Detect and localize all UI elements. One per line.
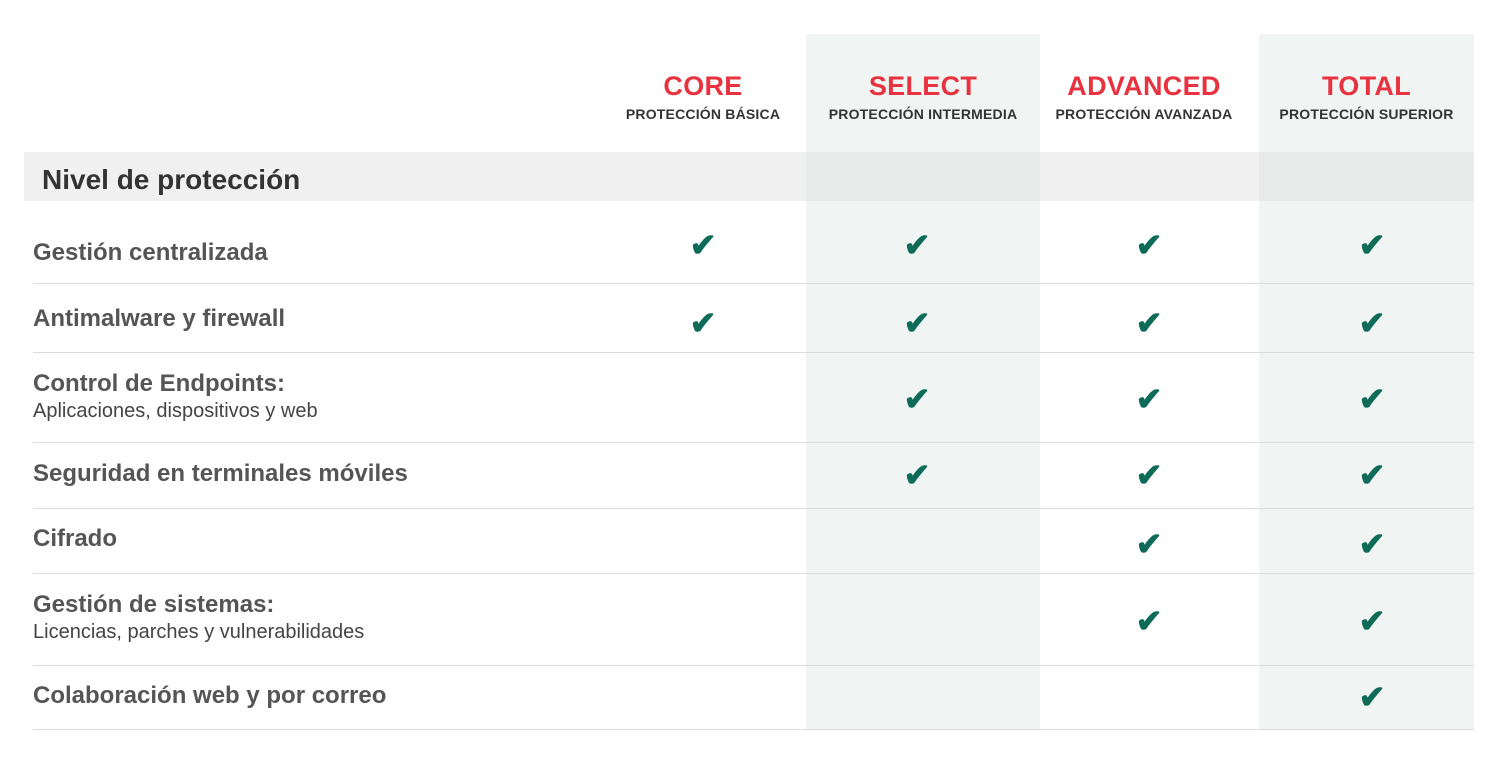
tier-name: ADVANCED (1067, 71, 1221, 101)
feature-sublabel: Aplicaciones, dispositivos y web (33, 400, 318, 422)
feature-row: Cifrado ✔ ✔ (33, 509, 1474, 574)
check-icon: ✔ (1135, 603, 1163, 639)
tier-description: PROTECCIÓN BÁSICA (625, 106, 781, 122)
feature-sublabel: Licencias, parches y vulnerabilidades (33, 621, 365, 643)
feature-row: Gestión de sistemas: Licencias, parches … (33, 574, 1474, 666)
feature-label: Control de Endpoints: (33, 370, 285, 397)
tier-description: PROTECCIÓN SUPERIOR (1279, 106, 1454, 122)
check-icon: ✔ (1358, 227, 1386, 263)
feature-row: Gestión centralizada ✔ ✔ ✔ ✔ (33, 201, 1474, 284)
feature-label: Gestión de sistemas: (33, 591, 275, 618)
tier-description: PROTECCIÓN AVANZADA (1055, 106, 1233, 122)
tier-name: SELECT (868, 71, 978, 101)
check-icon: ✔ (1135, 305, 1163, 341)
feature-label: Colaboración web y por correo (33, 682, 387, 709)
feature-label: Cifrado (33, 525, 117, 552)
check-icon: ✔ (1358, 526, 1386, 562)
tier-description: PROTECCIÓN INTERMEDIA (828, 106, 1018, 122)
feature-row: Colaboración web y por correo ✔ (33, 666, 1474, 730)
check-icon: ✔ (689, 227, 717, 263)
tier-header-advanced: ADVANCED PROTECCIÓN AVANZADA (1040, 70, 1248, 123)
check-icon: ✔ (1358, 305, 1386, 341)
tier-header-core: CORE PROTECCIÓN BÁSICA (598, 70, 808, 123)
feature-label: Gestión centralizada (33, 239, 268, 266)
tier-name: TOTAL (1322, 71, 1411, 101)
check-icon: ✔ (903, 227, 931, 263)
feature-label: Seguridad en terminales móviles (33, 460, 408, 487)
check-icon: ✔ (1358, 381, 1386, 417)
tier-header-select: SELECT PROTECCIÓN INTERMEDIA (806, 70, 1040, 123)
feature-row: Antimalware y firewall ✔ ✔ ✔ ✔ (33, 284, 1474, 353)
check-icon: ✔ (1135, 526, 1163, 562)
check-icon: ✔ (903, 305, 931, 341)
check-icon: ✔ (689, 305, 717, 341)
tier-header-total: TOTAL PROTECCIÓN SUPERIOR (1259, 70, 1474, 123)
check-icon: ✔ (1135, 457, 1163, 493)
check-icon: ✔ (1358, 457, 1386, 493)
tier-name: CORE (663, 71, 743, 101)
check-icon: ✔ (1358, 603, 1386, 639)
check-icon: ✔ (1135, 381, 1163, 417)
section-title: Nivel de protección (42, 164, 301, 195)
check-icon: ✔ (903, 381, 931, 417)
feature-row: Control de Endpoints: Aplicaciones, disp… (33, 353, 1474, 443)
feature-label: Antimalware y firewall (33, 305, 286, 332)
check-icon: ✔ (903, 457, 931, 493)
check-icon: ✔ (1135, 227, 1163, 263)
feature-row: Seguridad en terminales móviles ✔ ✔ ✔ (33, 443, 1474, 509)
check-icon: ✔ (1358, 679, 1386, 715)
